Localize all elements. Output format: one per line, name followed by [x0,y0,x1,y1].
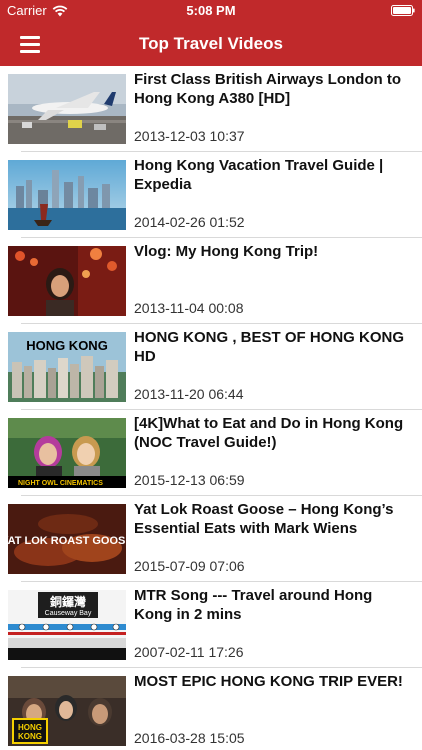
mtr-thumbnail-image: 銅鑼灣 Causeway Bay [8,590,126,660]
video-date: 2014-02-26 01:52 [134,214,245,230]
thumbnail-caption: YAT LOK ROAST GOOSE [8,535,126,547]
video-list[interactable]: First Class British Airways London to Ho… [0,66,422,750]
video-row[interactable]: First Class British Airways London to Ho… [0,66,422,152]
video-date: 2013-11-04 00:08 [134,300,244,316]
battery-icon [391,5,415,16]
video-title: Yat Lok Roast Goose – Hong Kong’s Essent… [134,501,394,537]
vlog-thumbnail-image [8,246,126,316]
video-title: [4K]What to Eat and Do in Hong Kong (NOC… [134,415,404,451]
thumbnail-caption: 銅鑼灣 [49,594,86,609]
video-thumbnail: 銅鑼灣 Causeway Bay [8,590,126,660]
video-date: 2015-07-09 07:06 [134,558,245,574]
video-row[interactable]: Hong Kong Vacation Travel Guide | Expedi… [0,152,422,238]
video-thumbnail: HONG KONG [8,676,126,746]
video-row[interactable]: NIGHT OWL CINEMATICS [4K]What to Eat and… [0,410,422,496]
thumbnail-caption: HONG KONG [26,338,108,353]
video-thumbnail [8,246,126,316]
video-date: 2015-12-13 06:59 [134,472,245,488]
video-row[interactable]: HONG KONG HONG KONG , BEST OF HONG KONG … [0,324,422,410]
roast-goose-thumbnail-image: YAT LOK ROAST GOOSE [8,504,126,574]
airplane-thumbnail-image [8,74,126,144]
video-thumbnail: YAT LOK ROAST GOOSE [8,504,126,574]
video-date: 2013-11-20 06:44 [134,386,244,402]
thumbnail-caption: Causeway Bay [45,610,92,617]
video-title: MOST EPIC HONG KONG TRIP EVER! [134,673,403,690]
status-time: 5:08 PM [186,3,236,18]
video-title: Hong Kong Vacation Travel Guide | Expedi… [134,157,384,193]
video-thumbnail [8,74,126,144]
video-date: 2016-03-28 15:05 [134,730,245,746]
harbour-skyline-thumbnail-image [8,160,126,230]
video-thumbnail: HONG KONG [8,332,126,402]
top-bar: Carrier 5:08 PM Top Travel Videos [0,0,422,66]
thumbnail-caption: NIGHT OWL CINEMATICS [18,480,103,487]
video-row[interactable]: Vlog: My Hong Kong Trip! 2013-11-04 00:0… [0,238,422,324]
video-date: 2007-02-11 17:26 [134,644,244,660]
navigation-bar: Top Travel Videos [0,22,422,66]
video-title: MTR Song --- Travel around Hong Kong in … [134,587,373,623]
video-thumbnail: NIGHT OWL CINEMATICS [8,418,126,488]
video-title: Vlog: My Hong Kong Trip! [134,243,319,260]
hong-kong-skyline-thumbnail-image: HONG KONG [8,332,126,402]
video-row[interactable]: YAT LOK ROAST GOOSE Yat Lok Roast Goose … [0,496,422,582]
status-bar: Carrier 5:08 PM [0,0,422,22]
thumbnail-caption: KONG [18,732,42,741]
noc-thumbnail-image: NIGHT OWL CINEMATICS [8,418,126,488]
video-row[interactable]: HONG KONG MOST EPIC HONG KONG TRIP EVER!… [0,668,422,750]
video-date: 2013-12-03 10:37 [134,128,245,144]
app-screen: Carrier 5:08 PM Top Travel Videos First … [0,0,422,750]
video-thumbnail [8,160,126,230]
video-title: First Class British Airways London to Ho… [134,71,401,107]
epic-trip-thumbnail-image: HONG KONG [8,676,126,746]
video-title: HONG KONG , BEST OF HONG KONG HD [134,329,405,365]
video-row[interactable]: 銅鑼灣 Causeway Bay MTR Song --- Travel aro… [0,582,422,668]
thumbnail-caption: HONG [18,723,42,732]
page-title: Top Travel Videos [139,34,283,53]
